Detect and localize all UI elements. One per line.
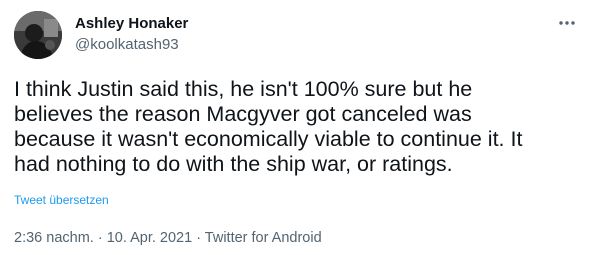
author-handle[interactable]: @koolkatash93 <box>75 36 179 54</box>
profile-photo-icon <box>14 11 62 59</box>
translate-tweet-link[interactable]: Tweet übersetzen <box>14 193 109 207</box>
meta-separator: · <box>93 230 107 246</box>
tweet-date[interactable]: 10. Apr. 2021 <box>107 230 192 246</box>
author-name[interactable]: Ashley Honaker <box>75 15 188 33</box>
more-button[interactable] <box>554 10 580 36</box>
tweet-meta: 2:36 nachm. · 10. Apr. 2021 · Twitter fo… <box>14 229 322 247</box>
tweet-text: I think Justin said this, he isn't 100% … <box>14 77 523 176</box>
tweet-time[interactable]: 2:36 nachm. <box>14 230 94 246</box>
meta-separator: · <box>192 230 205 246</box>
tweet-source[interactable]: Twitter for Android <box>205 230 322 246</box>
more-dots-icon <box>559 21 575 25</box>
tweet-card: Ashley Honaker @koolkatash93 I think Jus… <box>0 0 594 255</box>
avatar[interactable] <box>14 11 62 59</box>
